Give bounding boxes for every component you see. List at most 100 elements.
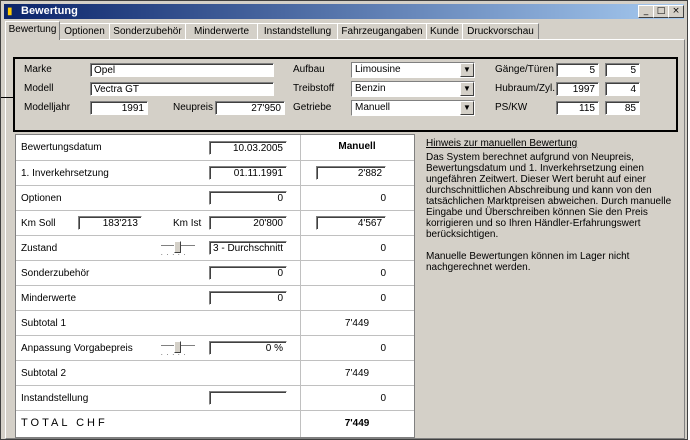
getriebe-value: Manuell	[355, 102, 391, 113]
instand-value: 0	[380, 393, 386, 404]
row-inverkehrsetzung: 1. Inverkehrsetzung 01.11.1991 2'882	[16, 160, 414, 186]
treibstoff-label: Treibstoff	[293, 83, 335, 94]
row-bewertungsdatum: Bewertungsdatum 10.03.2005 Manuell	[16, 135, 414, 160]
slider-ticks: .....	[161, 251, 190, 257]
inverkehr-label: 1. Inverkehrsetzung	[21, 168, 109, 179]
title-bar[interactable]: ▮ Bewertung _ □ ×	[4, 4, 684, 19]
kw-field[interactable]: 85	[605, 101, 640, 115]
row-sonderzubehoer: Sonderzubehör 0 0	[16, 260, 414, 286]
modell-field[interactable]: Vectra GT	[90, 82, 274, 96]
row-total: TOTAL CHF 7'449	[16, 410, 414, 437]
subtotal2-label: Subtotal 2	[21, 368, 67, 379]
vehicle-group: Marke Opel Modell Vectra GT Modelljahr 1…	[13, 57, 678, 132]
minimize-button[interactable]: _	[638, 5, 654, 18]
sonder-value: 0	[380, 268, 386, 279]
getriebe-label: Getriebe	[293, 102, 332, 113]
tab-bewertung[interactable]: Bewertung	[5, 21, 60, 40]
minder-value: 0	[380, 293, 386, 304]
hint-text-2: Manuelle Bewertungen können im Lager nic…	[426, 251, 630, 273]
ps-field[interactable]: 115	[556, 101, 599, 115]
neupreis-field[interactable]: 27'950	[215, 101, 285, 115]
sonder-label: Sonderzubehör	[21, 268, 90, 279]
zustand-slider[interactable]: .....	[161, 241, 195, 257]
close-button[interactable]: ×	[668, 5, 684, 18]
gaenge-label: Gänge/Türen	[495, 64, 554, 75]
anpassung-label: Anpassung Vorgabepreis	[21, 343, 133, 354]
hint-text-1: Das System berechnet aufgrund von Neupre…	[426, 152, 672, 240]
minder-label: Minderwerte	[21, 293, 77, 304]
manuell-header: Manuell	[338, 141, 376, 152]
valuation-grid: Bewertungsdatum 10.03.2005 Manuell 1. In…	[15, 134, 415, 438]
bewertungsdatum-label: Bewertungsdatum	[21, 142, 102, 153]
optionen-value: 0	[380, 193, 386, 204]
aufbau-select[interactable]: Limousine ▼	[351, 62, 475, 78]
kmsoll-label: Km Soll	[21, 218, 56, 229]
tab-fahrzeugangaben[interactable]: Fahrzeugangaben	[337, 23, 427, 40]
app-icon: ▮	[7, 6, 13, 17]
total-label: TOTAL CHF	[21, 417, 108, 429]
tab-instandstellung[interactable]: Instandstellung	[257, 23, 338, 40]
row-zustand: Zustand ..... 3 - Durchschnitt 0	[16, 235, 414, 261]
tueren-field[interactable]: 5	[605, 63, 640, 77]
marke-field[interactable]: Opel	[90, 63, 274, 77]
hubraum-field[interactable]: 1997	[556, 82, 599, 96]
gaenge-field[interactable]: 5	[556, 63, 599, 77]
getriebe-select[interactable]: Manuell ▼	[351, 100, 475, 116]
aufbau-label: Aufbau	[293, 64, 325, 75]
zustand-field[interactable]: 3 - Durchschnitt	[209, 241, 287, 255]
subtotal1-value: 7'449	[344, 318, 370, 329]
anpassung-value: 0	[380, 343, 386, 354]
maximize-button[interactable]: □	[653, 5, 669, 18]
modell-label: Modell	[24, 83, 54, 94]
km-value-field[interactable]: 4'567	[316, 216, 386, 230]
tab-kunde[interactable]: Kunde	[426, 23, 463, 40]
inverkehr-value-field[interactable]: 2'882	[316, 166, 386, 180]
chevron-down-icon[interactable]: ▼	[460, 82, 474, 96]
optionen-label: Optionen	[21, 193, 62, 204]
optionen-field[interactable]: 0	[209, 191, 287, 205]
neupreis-label: Neupreis	[173, 102, 214, 113]
bewertung-window: ▮ Bewertung _ □ × Bewertung Optionen Son…	[0, 0, 688, 440]
hint-panel: Hinweis zur manuellen Bewertung Das Syst…	[426, 138, 676, 273]
anpassung-field[interactable]: 0 %	[209, 341, 287, 355]
inverkehr-field[interactable]: 01.11.1991	[209, 166, 287, 180]
subtotal1-label: Subtotal 1	[21, 318, 67, 329]
kmsoll-field[interactable]: 183'213	[78, 216, 142, 230]
tab-optionen[interactable]: Optionen	[59, 23, 110, 40]
row-anpassung: Anpassung Vorgabepreis ..... 0 % 0	[16, 335, 414, 361]
kmist-label: Km Ist	[173, 218, 202, 229]
treibstoff-select[interactable]: Benzin ▼	[351, 81, 475, 97]
window-title: Bewertung	[21, 5, 78, 17]
instand-label: Instandstellung	[21, 393, 89, 404]
row-subtotal1: Subtotal 1 7'449	[16, 310, 414, 336]
chevron-down-icon[interactable]: ▼	[460, 63, 474, 77]
zyl-field[interactable]: 4	[605, 82, 640, 96]
kmist-field[interactable]: 20'800	[209, 216, 287, 230]
chevron-down-icon[interactable]: ▼	[460, 101, 474, 115]
row-optionen: Optionen 0 0	[16, 185, 414, 211]
instand-field[interactable]	[209, 391, 287, 405]
total-value: 7'449	[344, 418, 370, 429]
subtotal2-value: 7'449	[344, 368, 370, 379]
tab-druckvorschau[interactable]: Druckvorschau	[462, 23, 539, 40]
zustand-value: 0	[380, 243, 386, 254]
slider-ticks: .....	[161, 351, 190, 357]
group-connector	[1, 97, 13, 98]
hint-title[interactable]: Hinweis zur manuellen Bewertung	[426, 138, 676, 149]
treibstoff-value: Benzin	[355, 83, 386, 94]
aufbau-value: Limousine	[355, 64, 401, 75]
sonder-field[interactable]: 0	[209, 266, 287, 280]
marke-label: Marke	[24, 64, 52, 75]
tab-sonderzubehoer[interactable]: Sonderzubehör	[109, 23, 186, 40]
ps-label: PS/KW	[495, 102, 528, 113]
tab-minderwerte[interactable]: Minderwerte	[185, 23, 258, 40]
bewertungsdatum-field[interactable]: 10.03.2005	[209, 141, 287, 155]
row-subtotal2: Subtotal 2 7'449	[16, 360, 414, 386]
hubraum-label: Hubraum/Zyl.	[495, 83, 556, 94]
anpassung-slider[interactable]: .....	[161, 341, 195, 357]
modelljahr-field[interactable]: 1991	[90, 101, 148, 115]
minder-field[interactable]: 0	[209, 291, 287, 305]
row-instandstellung: Instandstellung 0	[16, 385, 414, 411]
row-km: Km Soll 183'213 Km Ist 20'800 4'567	[16, 210, 414, 236]
zustand-label: Zustand	[21, 243, 58, 254]
